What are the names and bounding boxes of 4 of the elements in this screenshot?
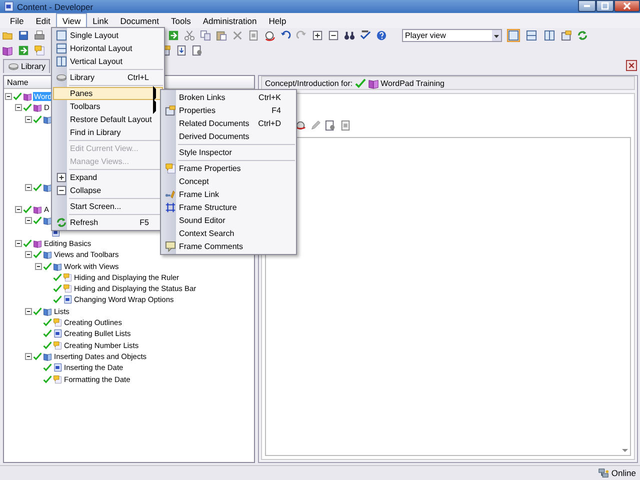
connection-status: Online bbox=[611, 468, 636, 478]
pane-header-title: WordPad Training bbox=[380, 78, 444, 88]
pane-header-label: Concept/Introduction for: bbox=[265, 78, 353, 88]
window-title: Content - Developer bbox=[17, 2, 94, 12]
